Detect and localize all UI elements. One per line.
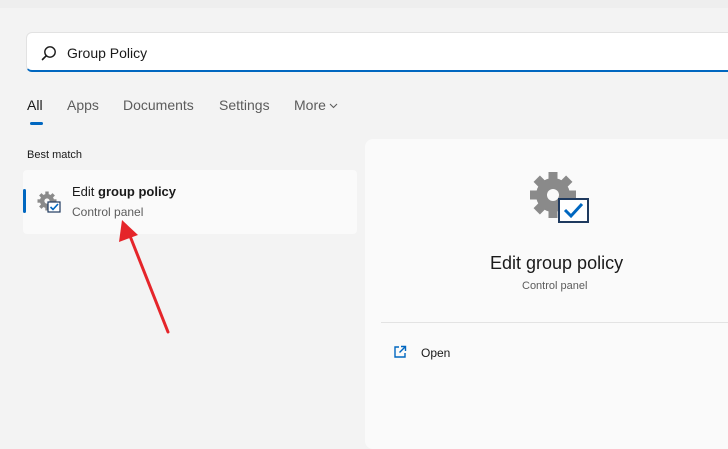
chevron-down-icon (329, 103, 338, 109)
group-policy-large-icon (530, 172, 589, 223)
tab-documents[interactable]: Documents (123, 97, 194, 113)
result-title-prefix: Edit (72, 184, 99, 199)
search-box[interactable]: Group Policy (26, 32, 728, 72)
window-top-edge (0, 0, 728, 8)
best-match-result[interactable]: Edit group policy Control panel (23, 170, 357, 234)
tab-more[interactable]: More (294, 97, 338, 113)
search-icon (41, 46, 56, 61)
selection-indicator (23, 189, 26, 213)
details-title: Edit group policy (490, 253, 624, 273)
open-action[interactable]: Open (393, 343, 513, 365)
details-pane: Edit group policy Control panel Open (365, 139, 728, 449)
details-subtitle: Control panel (522, 280, 588, 292)
search-input[interactable]: Group Policy (67, 45, 147, 61)
open-external-icon (394, 345, 407, 358)
open-label: Open (421, 346, 451, 360)
tab-all[interactable]: All (27, 97, 43, 113)
tab-apps[interactable]: Apps (67, 97, 99, 113)
tab-settings[interactable]: Settings (219, 97, 270, 113)
active-tab-indicator (30, 122, 43, 125)
group-policy-icon (37, 191, 61, 213)
details-divider (381, 322, 728, 323)
result-title-match: group policy (98, 184, 177, 199)
result-title: Edit group policy (72, 184, 176, 199)
best-match-heading: Best match (27, 149, 83, 161)
result-subtitle: Control panel (72, 205, 144, 219)
tab-more-label: More (294, 97, 326, 113)
annotation-arrow (119, 220, 170, 334)
